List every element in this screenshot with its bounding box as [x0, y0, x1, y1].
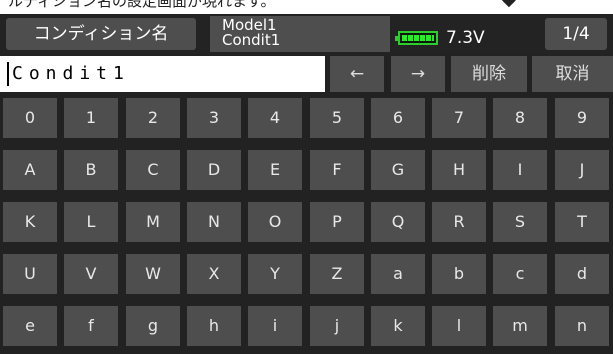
key-k[interactable]: k	[371, 306, 425, 346]
key-X[interactable]: X	[187, 254, 241, 294]
key-K[interactable]: K	[3, 202, 57, 242]
key-Z[interactable]: Z	[310, 254, 364, 294]
key-m[interactable]: m	[493, 306, 547, 346]
key-N[interactable]: N	[187, 202, 241, 242]
key-T[interactable]: T	[555, 202, 609, 242]
key-f[interactable]: f	[64, 306, 118, 346]
key-B[interactable]: B	[64, 150, 118, 190]
key-R[interactable]: R	[432, 202, 486, 242]
key-6[interactable]: 6	[371, 98, 425, 138]
cursor-right-button[interactable]: →	[391, 56, 445, 92]
key-S[interactable]: S	[493, 202, 547, 242]
key-l[interactable]: l	[432, 306, 486, 346]
key-4[interactable]: 4	[248, 98, 302, 138]
key-2[interactable]: 2	[126, 98, 180, 138]
caption-text: ルディション名の設定画面が現れます。	[8, 0, 276, 10]
battery-icon	[395, 31, 438, 45]
cursor-left-button[interactable]: ←	[330, 56, 384, 92]
key-g[interactable]: g	[126, 306, 180, 346]
header-bar: コンディション名 Model1 Condit1 7.3V 1/4	[0, 14, 613, 54]
key-E[interactable]: E	[248, 150, 302, 190]
battery-terminal	[395, 36, 398, 41]
key-I[interactable]: I	[493, 150, 547, 190]
page-indicator[interactable]: 1/4	[545, 18, 607, 50]
caption-arrow-icon: ◆	[502, 0, 516, 9]
key-n[interactable]: n	[555, 306, 609, 346]
key-W[interactable]: W	[126, 254, 180, 294]
key-Y[interactable]: Y	[248, 254, 302, 294]
key-J[interactable]: J	[555, 150, 609, 190]
condition-name: Condit1	[222, 31, 281, 49]
key-A[interactable]: A	[3, 150, 57, 190]
key-V[interactable]: V	[64, 254, 118, 294]
condition-name-input[interactable]: Condit1	[0, 56, 325, 92]
transmitter-screen: コンディション名 Model1 Condit1 7.3V 1/4 Condit1…	[0, 14, 613, 354]
key-e[interactable]: e	[3, 306, 57, 346]
text-caret	[7, 62, 9, 86]
key-a[interactable]: a	[371, 254, 425, 294]
key-G[interactable]: G	[371, 150, 425, 190]
delete-button[interactable]: 削除	[451, 56, 527, 92]
key-3[interactable]: 3	[187, 98, 241, 138]
key-M[interactable]: M	[126, 202, 180, 242]
input-value: Condit1	[12, 63, 130, 84]
key-h[interactable]: h	[187, 306, 241, 346]
key-j[interactable]: j	[310, 306, 364, 346]
battery-level-fill	[402, 35, 434, 41]
key-d[interactable]: d	[555, 254, 609, 294]
top-caption: ルディション名の設定画面が現れます。 ◆	[0, 0, 613, 14]
key-P[interactable]: P	[310, 202, 364, 242]
key-H[interactable]: H	[432, 150, 486, 190]
key-Q[interactable]: Q	[371, 202, 425, 242]
screen-title[interactable]: コンディション名	[6, 18, 196, 50]
key-1[interactable]: 1	[64, 98, 118, 138]
key-L[interactable]: L	[64, 202, 118, 242]
key-b[interactable]: b	[432, 254, 486, 294]
key-O[interactable]: O	[248, 202, 302, 242]
key-7[interactable]: 7	[432, 98, 486, 138]
key-9[interactable]: 9	[555, 98, 609, 138]
key-8[interactable]: 8	[493, 98, 547, 138]
key-i[interactable]: i	[248, 306, 302, 346]
key-U[interactable]: U	[3, 254, 57, 294]
cancel-button[interactable]: 取消	[532, 56, 613, 92]
key-F[interactable]: F	[310, 150, 364, 190]
model-info: Model1 Condit1	[210, 16, 390, 52]
battery-voltage: 7.3V	[446, 28, 485, 48]
key-0[interactable]: 0	[3, 98, 57, 138]
key-c[interactable]: c	[493, 254, 547, 294]
key-5[interactable]: 5	[310, 98, 364, 138]
key-C[interactable]: C	[126, 150, 180, 190]
key-D[interactable]: D	[187, 150, 241, 190]
